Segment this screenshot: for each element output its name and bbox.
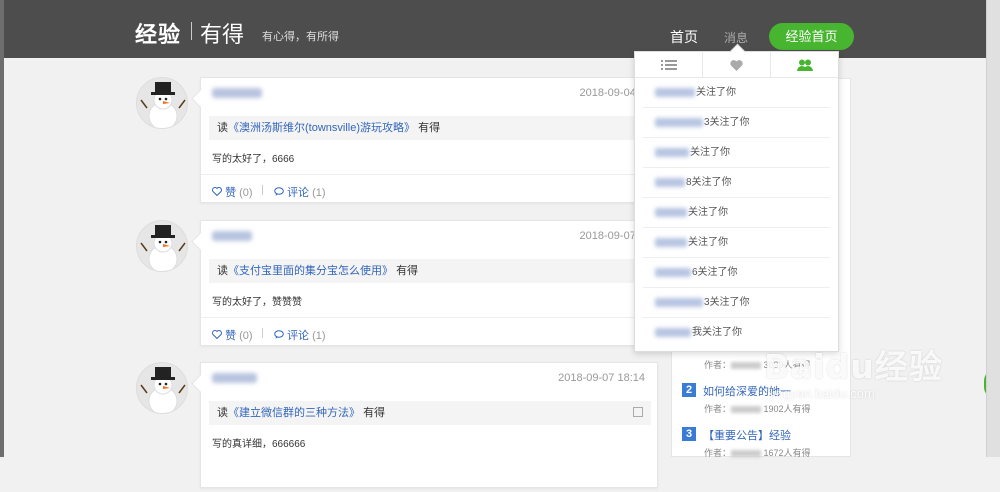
rank-badge: 2 <box>682 383 696 397</box>
snowman-avatar-icon <box>140 82 186 128</box>
heart-outline-icon <box>212 187 222 197</box>
list-icon <box>660 60 677 70</box>
comment-button[interactable]: 评论 (1) <box>274 184 326 200</box>
comment-bubble-icon <box>274 187 284 196</box>
rank-badge: 3 <box>682 427 696 441</box>
comment-label: 评论 <box>287 187 310 199</box>
notification-item[interactable]: 关注了你 <box>643 228 830 258</box>
notification-item[interactable]: 3关注了你 <box>643 108 830 138</box>
article-quote: 读《建立微信群的三种方法》 有得 <box>209 401 651 425</box>
feed-item: 2018-09-04 1 读《澳洲汤斯维尔(townsville)游玩攻略》 有… <box>136 77 658 207</box>
article-link[interactable]: 《建立微信群的三种方法》 <box>228 407 360 419</box>
watermark-url: jingyan.baidu.com <box>770 386 875 401</box>
notification-tabs <box>635 52 838 78</box>
sidebar-item-meta: 作者： 1672人有得 <box>704 448 811 458</box>
logo-youde[interactable]: 有得 <box>200 17 244 49</box>
action-divider <box>262 328 263 338</box>
read-prefix: 读 <box>217 265 228 277</box>
user-name[interactable] <box>212 88 262 98</box>
sidebar-item-title[interactable]: 【重要公告】经验 <box>703 427 791 443</box>
comment-bubble-icon <box>274 330 284 339</box>
feed-item: 2018-09-07 18:14 读《建立微信群的三种方法》 有得 写的真详细，… <box>136 362 658 492</box>
article-link[interactable]: 《澳洲汤斯维尔(townsville)游玩攻略》 <box>228 122 415 134</box>
snowman-avatar-icon <box>140 225 186 271</box>
snowman-avatar-icon <box>140 367 186 413</box>
top-header: 经验 有得 有心得，有所得 首页 消息 经验首页 <box>4 0 986 58</box>
users-icon <box>796 59 813 71</box>
quote-suffix: 有得 <box>396 265 419 277</box>
feed-card: 2018-09-04 1 读《澳洲汤斯维尔(townsville)游玩攻略》 有… <box>200 77 658 203</box>
like-count: (0) <box>239 330 253 342</box>
feed-item: 2018-09-07 1 读《支付宝里面的集分宝怎么使用》 有得 写的太好了，赞… <box>136 220 658 350</box>
notification-item[interactable]: 8关注了你 <box>643 168 830 198</box>
comment-button[interactable]: 评论 (1) <box>274 327 326 343</box>
heart-icon <box>730 60 743 71</box>
heart-outline-icon <box>212 330 222 340</box>
avatar[interactable] <box>136 362 188 414</box>
like-label: 赞 <box>225 187 237 199</box>
user-name[interactable] <box>212 373 257 383</box>
article-link[interactable]: 《支付宝里面的集分宝怎么使用》 <box>228 265 393 277</box>
user-name[interactable] <box>212 231 252 241</box>
comment-text: 写的真详细，666666 <box>212 439 306 450</box>
notification-list: 关注了你 3关注了你 关注了你 8关注了你 关注了你 关注了你 6关注了你 3关… <box>635 78 838 348</box>
like-label: 赞 <box>225 330 237 342</box>
like-button[interactable]: 赞 (0) <box>212 184 253 200</box>
read-prefix: 读 <box>217 122 228 134</box>
avatar[interactable] <box>136 220 188 272</box>
comment-text: 写的太好了，6666 <box>212 154 295 165</box>
action-divider <box>262 185 263 195</box>
external-link-icon[interactable] <box>633 407 643 417</box>
feed-card: 2018-09-07 18:14 读《建立微信群的三种方法》 有得 写的真详细，… <box>200 362 658 488</box>
article-quote: 读《澳洲汤斯维尔(townsville)游玩攻略》 有得 <box>209 116 651 140</box>
notification-item[interactable]: 关注了你 <box>643 78 830 108</box>
card-actions: 赞 (0) 评论 (1) <box>201 174 657 204</box>
card-actions: 赞 (0) 评论 (1) <box>201 317 657 347</box>
like-count: (0) <box>239 187 253 199</box>
notifications-dropdown: 关注了你 3关注了你 关注了你 8关注了你 关注了你 关注了你 6关注了你 3关… <box>634 51 839 352</box>
article-quote: 读《支付宝里面的集分宝怎么使用》 有得 <box>209 259 651 283</box>
comment-count: (1) <box>312 187 326 199</box>
comment-count: (1) <box>312 330 326 342</box>
logo-jingyan[interactable]: 经验 <box>135 17 181 49</box>
comment-label: 评论 <box>287 330 310 342</box>
post-date: 2018-09-07 18:14 <box>558 372 645 384</box>
logo-slogan: 有心得，有所得 <box>262 30 339 43</box>
sidebar-item-meta: 作者： 1902人有得 <box>704 404 811 414</box>
jingyan-home-button[interactable]: 经验首页 <box>769 23 854 50</box>
notification-item[interactable]: 关注了你 <box>643 198 830 228</box>
logo-divider <box>191 22 192 40</box>
quote-suffix: 有得 <box>363 407 386 419</box>
nav-home-link[interactable]: 首页 <box>670 27 698 47</box>
watermark-brand: Baidu经验 <box>764 347 943 386</box>
read-prefix: 读 <box>217 407 228 419</box>
baidu-watermark: Baidu经验 jingyan.baidu.com <box>764 340 943 401</box>
notification-item[interactable]: 3关注了你 <box>643 288 830 318</box>
like-button[interactable]: 赞 (0) <box>212 327 253 343</box>
tab-followers[interactable] <box>771 52 838 77</box>
avatar[interactable] <box>136 77 188 129</box>
feed-card: 2018-09-07 1 读《支付宝里面的集分宝怎么使用》 有得 写的太好了，赞… <box>200 220 658 346</box>
notification-item[interactable]: 6关注了你 <box>643 258 830 288</box>
notification-item[interactable]: 关注了你 <box>643 138 830 168</box>
tab-all-notifications[interactable] <box>635 52 703 77</box>
window-frame-right <box>986 0 1000 457</box>
tab-likes[interactable] <box>703 52 771 77</box>
quote-suffix: 有得 <box>418 122 441 134</box>
comment-text: 写的太好了，赞赞赞 <box>212 297 302 308</box>
window-frame-left <box>0 0 4 457</box>
